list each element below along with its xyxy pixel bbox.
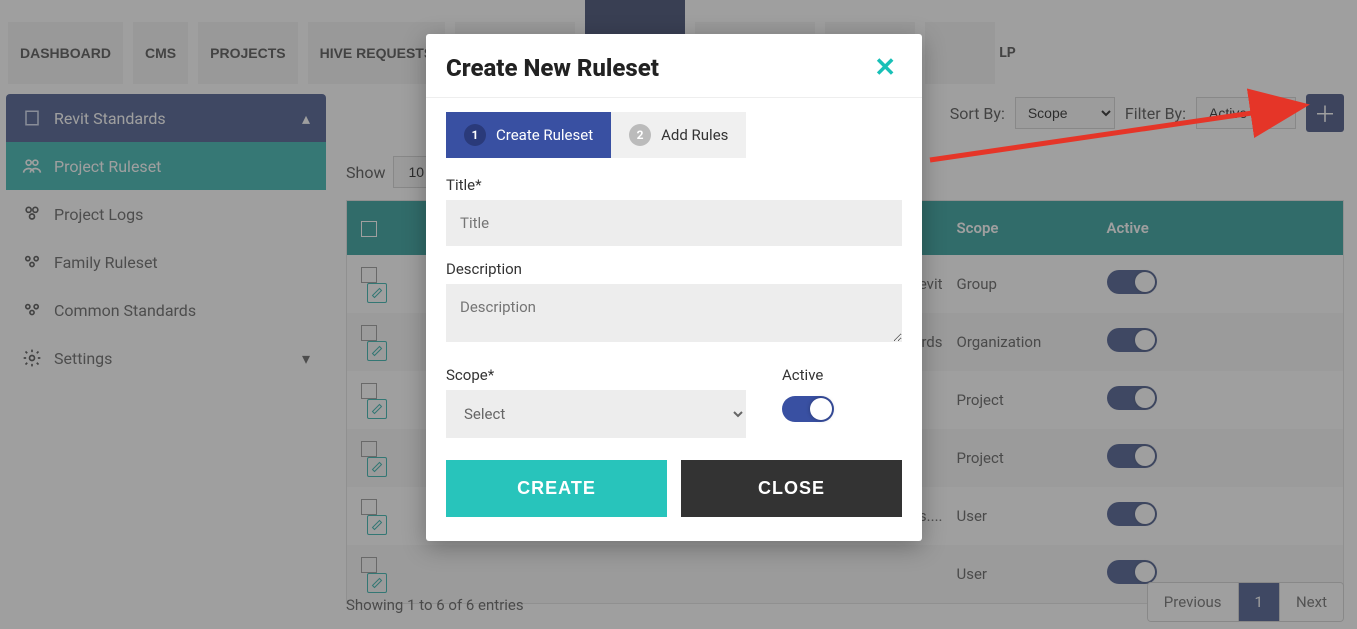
title-label: Title* (446, 176, 902, 194)
modal-title: Create New Ruleset (446, 54, 659, 82)
description-label: Description (446, 260, 902, 278)
active-toggle[interactable] (782, 396, 834, 422)
step-2-label: Add Rules (661, 126, 728, 144)
close-button[interactable]: CLOSE (681, 460, 902, 517)
wizard-steps: 1 Create Ruleset 2 Add Rules (446, 112, 902, 158)
close-icon: ✕ (874, 52, 896, 82)
step-1-number: 1 (464, 124, 486, 146)
modal-close-button[interactable]: ✕ (874, 52, 896, 83)
step-2-number: 2 (629, 124, 651, 146)
description-textarea[interactable] (446, 284, 902, 342)
step-1-label: Create Ruleset (496, 126, 593, 144)
step-add-rules[interactable]: 2 Add Rules (611, 112, 746, 158)
create-button[interactable]: CREATE (446, 460, 667, 517)
create-ruleset-modal: Create New Ruleset ✕ 1 Create Ruleset 2 … (426, 34, 922, 541)
step-create-ruleset[interactable]: 1 Create Ruleset (446, 112, 611, 158)
title-input[interactable] (446, 200, 902, 246)
scope-select[interactable]: Select (446, 390, 746, 438)
scope-label: Scope* (446, 366, 746, 384)
active-label: Active (782, 366, 834, 384)
